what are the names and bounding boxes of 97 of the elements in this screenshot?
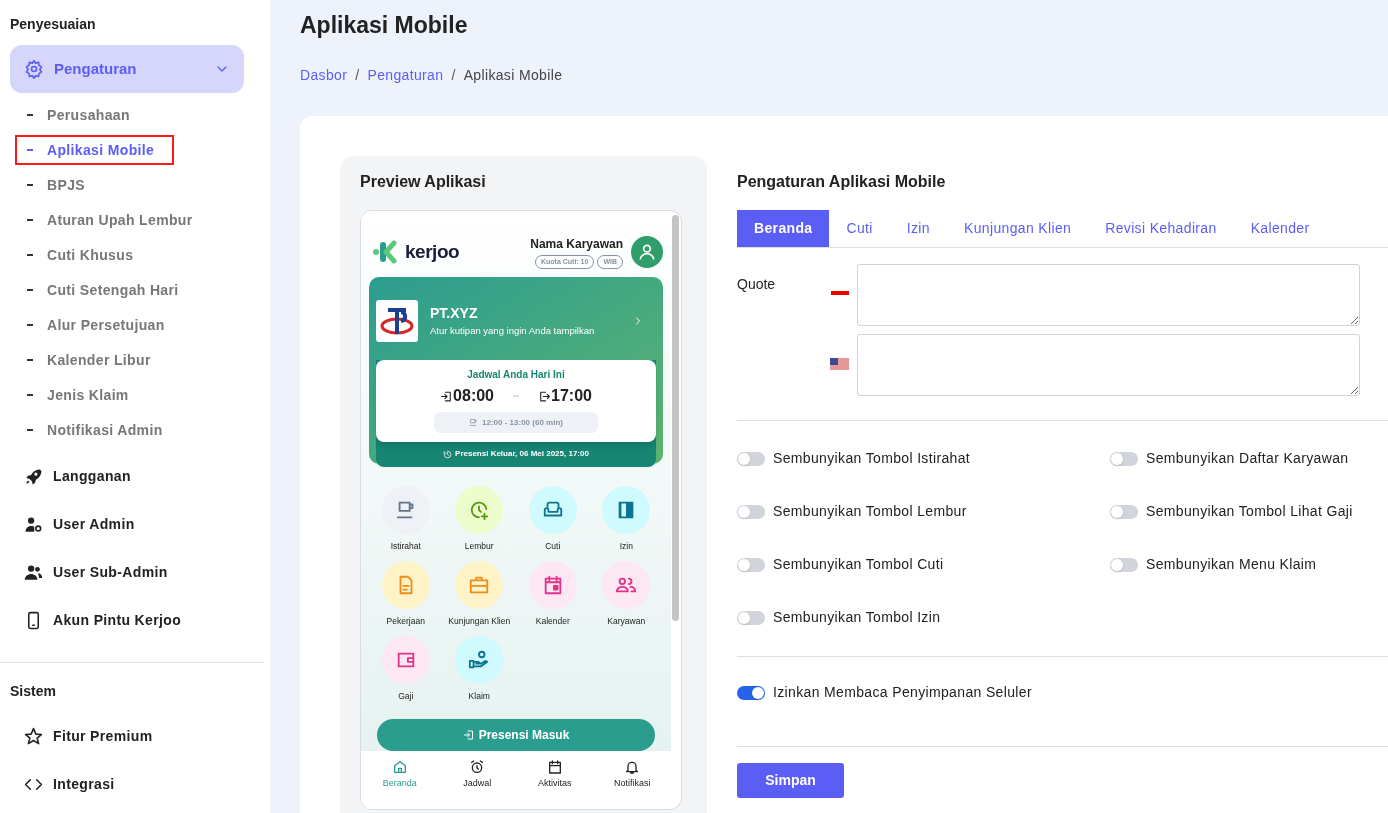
- menu-group-button[interactable]: Pengaturan: [10, 45, 244, 93]
- clock-out-time: 17:00: [551, 386, 592, 406]
- toggle-switch[interactable]: [737, 451, 765, 466]
- toggle-switch[interactable]: [737, 504, 765, 519]
- menu-link[interactable]: Integrasi: [0, 760, 270, 808]
- save-button[interactable]: Simpan: [737, 762, 844, 798]
- breadcrumb-separator: /: [355, 65, 360, 85]
- menu-link[interactable]: User Admin: [0, 500, 270, 548]
- toggle-switch[interactable]: [1110, 504, 1138, 519]
- menu-link[interactable]: Fitur Premium: [0, 712, 270, 760]
- menu-label: Pekerjaan: [386, 615, 425, 628]
- nav-tab[interactable]: Aktivitas: [516, 759, 594, 809]
- menu-label: Karyawan: [607, 615, 646, 628]
- attendance-button[interactable]: Presensi Masuk: [377, 718, 655, 752]
- section-heading: Sistem: [9, 682, 57, 701]
- menu-label: Lembur: [464, 540, 494, 554]
- user-gear-icon: [24, 514, 43, 534]
- company-name: PT.XYZ: [430, 304, 479, 324]
- employee-name: Nama Karyawan: [530, 235, 623, 253]
- menu-label: Izin: [619, 540, 633, 554]
- settings-tab[interactable]: Cuti: [829, 209, 890, 247]
- app-logo: kerjoo: [369, 237, 460, 266]
- breadcrumb-link[interactable]: Dasbor: [300, 64, 348, 86]
- settings-tab[interactable]: Kalender: [1233, 209, 1327, 247]
- star-icon: [24, 726, 43, 746]
- submenu-item[interactable]: Aplikasi Mobile: [17, 137, 172, 163]
- menu-label: Klaim: [468, 689, 490, 703]
- hand-coin-icon: [468, 648, 491, 671]
- company-quote: Atur kutipan yang ingin Anda tampilkan: [430, 324, 596, 339]
- submenu-item[interactable]: Jenis Klaim: [17, 382, 129, 408]
- toggle-label: Izinkan Membaca Penyimpanan Seluler: [773, 683, 1032, 702]
- last-attendance-text: Presensi Keluar, 06 Mei 2025, 17:00: [455, 448, 589, 460]
- toggle-switch[interactable]: [1110, 451, 1138, 466]
- toggle-label: Sembunyikan Tombol Izin: [773, 608, 941, 627]
- breadcrumb-link[interactable]: Pengaturan: [367, 64, 444, 86]
- settings-tab[interactable]: Kunjungan Klien: [946, 209, 1089, 247]
- clock-in-icon: [440, 389, 454, 403]
- breadcrumb-separator: /: [451, 65, 456, 85]
- avatar-icon: [631, 235, 663, 268]
- submenu-item[interactable]: Alur Persetujuan: [17, 312, 165, 338]
- menu-label: Istirahat: [390, 540, 421, 554]
- breadcrumb-current: Aplikasi Mobile: [463, 65, 563, 85]
- gear-icon: [24, 59, 44, 79]
- users-icon: [24, 562, 43, 582]
- company-logo-icon: [376, 300, 418, 342]
- clock-in-icon: [462, 728, 475, 741]
- rocket-icon: [24, 466, 43, 486]
- settings-tab[interactable]: Revisi Kehadiran: [1088, 209, 1234, 247]
- schedule-title: Jadwal Anda Hari Ini: [467, 368, 565, 382]
- submenu-item[interactable]: Notifikasi Admin: [17, 417, 163, 443]
- nav-tab[interactable]: Jadwal: [438, 759, 516, 809]
- nav-tab[interactable]: Beranda: [361, 759, 439, 809]
- toggle-label: Sembunyikan Tombol Lembur: [773, 502, 967, 521]
- home-icon: [391, 759, 408, 776]
- toggle-label: Sembunyikan Menu Klaim: [1146, 555, 1317, 574]
- submenu-item[interactable]: Aturan Upah Lembur: [17, 207, 193, 233]
- break-time-text: 12:00 - 13:00 (60 min): [482, 416, 563, 429]
- toggle-label: Sembunyikan Tombol Lihat Gaji: [1146, 502, 1353, 521]
- history-icon: [443, 449, 453, 459]
- menu-link[interactable]: Langganan: [0, 452, 270, 500]
- menu-label: Cuti: [545, 540, 561, 554]
- settings-tab[interactable]: Beranda: [737, 209, 830, 247]
- submenu-item[interactable]: Kalender Libur: [17, 347, 151, 373]
- page-title: Aplikasi Mobile: [300, 11, 469, 40]
- scrollbar-thumb[interactable]: [672, 214, 679, 621]
- alarm-clock-icon: [469, 759, 486, 776]
- preview-title: Preview Aplikasi: [360, 171, 487, 192]
- settings-title: Pengaturan Aplikasi Mobile: [737, 171, 947, 192]
- nav-tab[interactable]: Notifikasi: [593, 759, 671, 809]
- submenu-item[interactable]: Cuti Khusus: [17, 242, 134, 268]
- toggle-switch[interactable]: [737, 557, 765, 572]
- toggle-switch[interactable]: [737, 685, 765, 700]
- clock-plus-icon: [468, 499, 491, 522]
- cup-icon: [469, 418, 479, 427]
- bell-icon: [624, 759, 641, 776]
- clock-in-time: 08:00: [453, 386, 494, 406]
- us-flag-icon: [830, 358, 849, 371]
- calendar-icon: [546, 759, 563, 776]
- menu-label: Kalender: [535, 615, 570, 628]
- toggle-label: Sembunyikan Daftar Karyawan: [1146, 449, 1349, 468]
- toggle-label: Sembunyikan Tombol Istirahat: [773, 449, 971, 468]
- quote-input-field[interactable]: [857, 263, 1360, 326]
- menu-label: Gaji: [398, 689, 414, 703]
- submenu-item[interactable]: Cuti Setengah Hari: [17, 277, 179, 303]
- submenu-item[interactable]: BPJS: [17, 172, 85, 198]
- toggle-label: Sembunyikan Tombol Cuti: [773, 555, 944, 574]
- toggle-switch[interactable]: [737, 610, 765, 625]
- submenu-item[interactable]: Perusahaan: [17, 102, 130, 128]
- quote-label: Quote: [737, 274, 777, 294]
- quote-input-field[interactable]: [857, 333, 1360, 396]
- menu-label: Kunjungan Klien: [448, 615, 511, 628]
- toggle-switch[interactable]: [1110, 557, 1138, 572]
- menu-link[interactable]: User Sub-Admin: [0, 548, 270, 596]
- menu-link[interactable]: Akun Pintu Kerjoo: [0, 596, 270, 644]
- clock-out-icon: [538, 389, 551, 403]
- section-heading: Penyesuaian: [9, 15, 97, 34]
- settings-tab[interactable]: Izin: [889, 209, 947, 247]
